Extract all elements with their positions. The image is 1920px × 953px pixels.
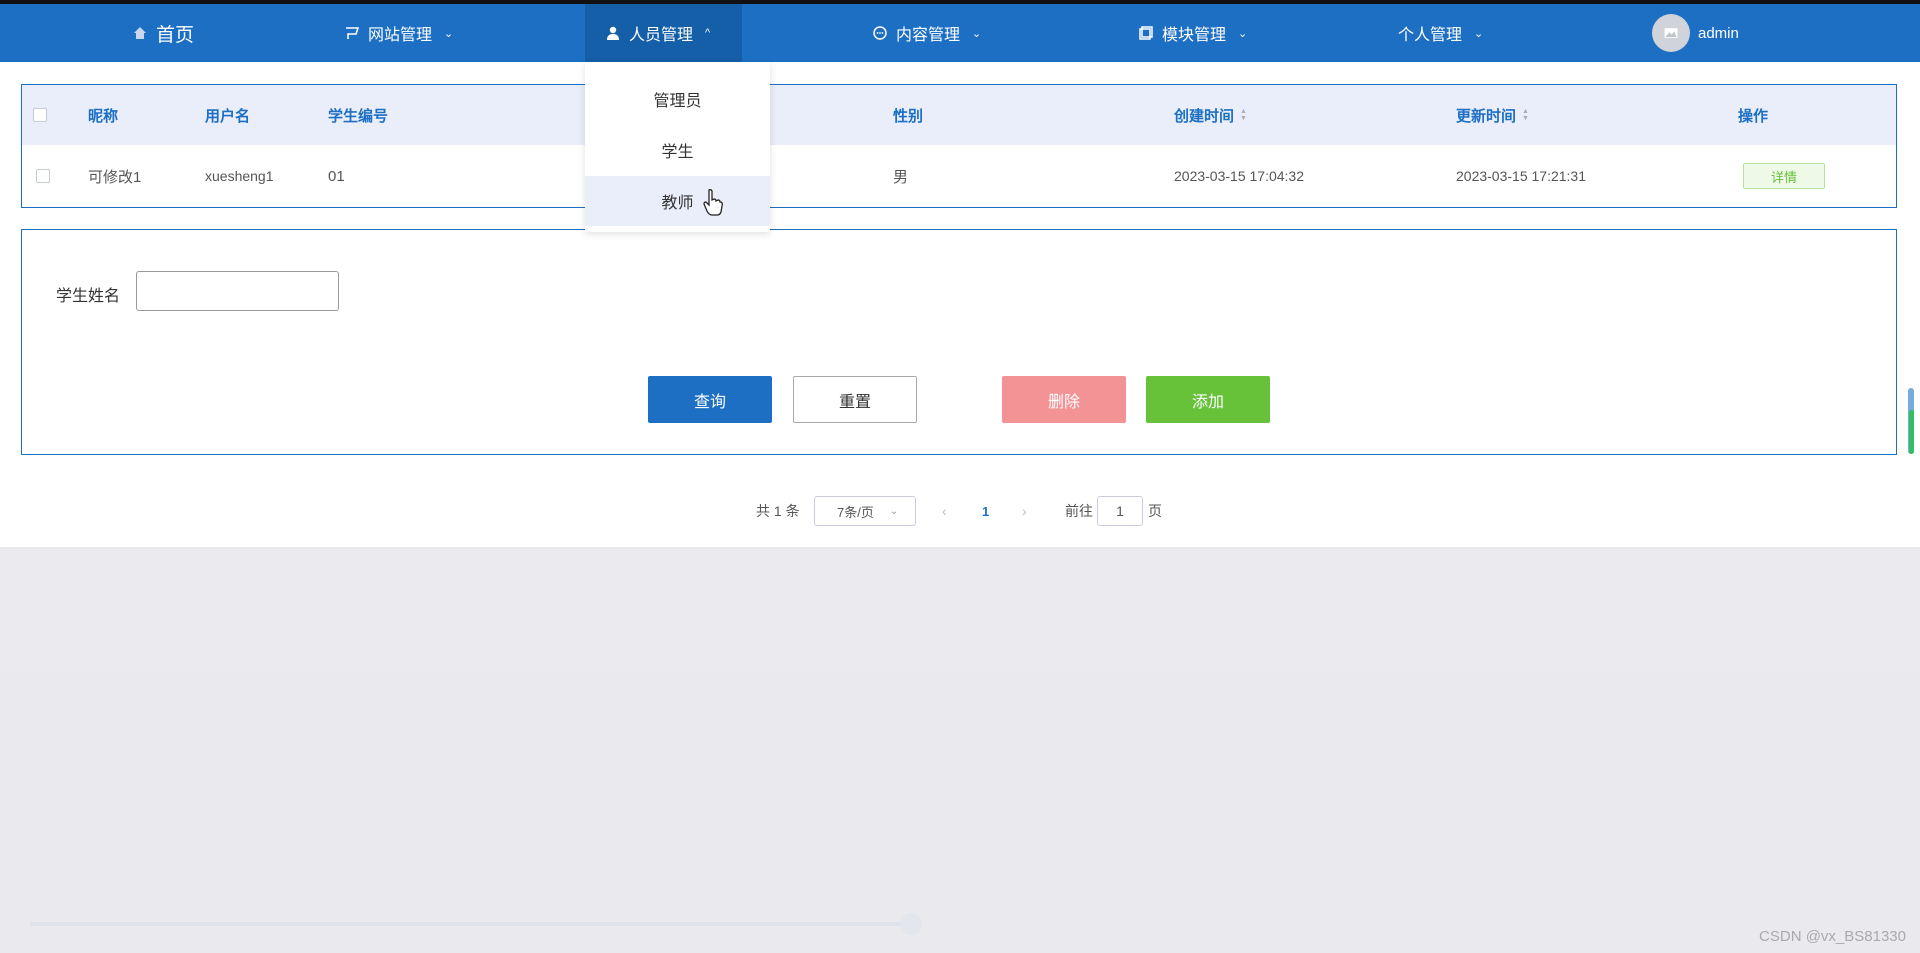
horizontal-slider-thumb[interactable]: [900, 913, 922, 935]
chevron-down-icon: ⌄: [1474, 27, 1484, 40]
nav-personal-management[interactable]: 个人管理 ⌄: [1378, 4, 1503, 62]
col-updated-label: 更新时间: [1456, 107, 1517, 125]
hand-cursor-icon: [703, 189, 723, 216]
watermark: CSDN @vx_BS81330: [1759, 928, 1906, 945]
nav-module-label: 模块管理: [1162, 27, 1227, 44]
goto-page-input[interactable]: 1: [1097, 496, 1143, 526]
dropdown-item-student[interactable]: 学生: [585, 125, 770, 175]
chevron-down-icon: ⌄: [444, 27, 454, 40]
table-row: 可修改1 xuesheng1 01 男 2023-03-15 17:04:32 …: [22, 145, 1896, 207]
chevron-down-icon: ⌄: [889, 505, 899, 517]
nav-people-label: 人员管理: [629, 27, 694, 44]
nav-site-management[interactable]: 网站管理 ⌄: [324, 4, 473, 62]
username-label: admin: [1698, 24, 1739, 42]
cell-updated: 2023-03-15 17:21:31: [1456, 168, 1586, 184]
add-button[interactable]: 添加: [1146, 376, 1270, 423]
col-student-no: 学生编号: [328, 107, 389, 125]
sort-icon[interactable]: ▲ ▼: [1240, 108, 1247, 122]
col-actions: 操作: [1738, 107, 1769, 125]
col-gender: 性别: [893, 107, 924, 125]
chevron-up-icon: ^: [705, 27, 711, 39]
nav-home[interactable]: 首页: [112, 4, 214, 62]
prev-page-icon[interactable]: ‹: [942, 496, 947, 526]
vertical-scrollbar-thumb[interactable]: [1909, 410, 1914, 454]
student-name-input[interactable]: [136, 271, 339, 311]
user-icon: [607, 26, 619, 40]
nav-site-label: 网站管理: [368, 27, 433, 44]
avatar-icon: [1652, 14, 1690, 52]
sort-icon[interactable]: ▲ ▼: [1522, 108, 1529, 122]
chevron-down-icon: ⌄: [1238, 27, 1248, 40]
page-number-current[interactable]: 1: [982, 496, 989, 526]
detail-cell: 详情: [1743, 145, 1825, 207]
nav-personal-label: 个人管理: [1398, 27, 1463, 44]
cell-nickname: 可修改1: [88, 168, 142, 186]
cell-created: 2023-03-15 17:04:32: [1174, 168, 1304, 184]
select-all-checkbox[interactable]: [33, 85, 47, 145]
nav-people-management[interactable]: 人员管理 ^: [585, 4, 742, 62]
cell-gender: 男: [893, 168, 909, 186]
nav-home-label: 首页: [156, 24, 195, 46]
col-updated[interactable]: 更新时间 ▲ ▼: [1456, 85, 1529, 145]
user-menu[interactable]: admin: [1632, 4, 1759, 62]
dropdown-item-admin[interactable]: 管理员: [585, 74, 770, 124]
table-header: 昵称 用户名 学生编号 性别 创建时间 ▲ ▼ 更新时间 ▲ ▼ 操作: [22, 85, 1896, 145]
home-icon: [134, 27, 146, 39]
col-nickname: 昵称: [88, 107, 119, 125]
data-table: 昵称 用户名 学生编号 性别 创建时间 ▲ ▼ 更新时间 ▲ ▼ 操作 可修改1 x…: [21, 84, 1897, 208]
student-name-label: 学生姓名: [56, 288, 121, 305]
nav-module-management[interactable]: 模块管理 ⌄: [1118, 4, 1267, 62]
page-suffix: 页: [1148, 503, 1162, 519]
module-icon: [1139, 26, 1153, 40]
cell-username: xuesheng1: [205, 168, 274, 184]
row-checkbox[interactable]: [36, 145, 50, 207]
goto-page-value: 1: [1116, 503, 1124, 519]
reset-button[interactable]: 重置: [793, 376, 917, 423]
detail-button[interactable]: 详情: [1743, 163, 1825, 189]
flag-icon: [346, 27, 360, 39]
page-size-value: 7条/页: [837, 504, 874, 520]
delete-button[interactable]: 删除: [1002, 376, 1126, 423]
nav-content-label: 内容管理: [896, 27, 961, 44]
col-username: 用户名: [205, 107, 251, 125]
top-navbar: 首页 网站管理 ⌄ 人员管理 ^ 内容管理 ⌄ 模块管理 ⌄ 个人管理 ⌄ ad…: [0, 4, 1920, 62]
chevron-down-icon: ⌄: [972, 27, 982, 40]
col-created[interactable]: 创建时间 ▲ ▼: [1174, 85, 1247, 145]
chat-icon: [873, 26, 887, 40]
pagination: 共 1 条 7条/页 ⌄ ‹ 1 › 前往 1 页: [0, 496, 1920, 526]
col-created-label: 创建时间: [1174, 107, 1235, 125]
cell-student-no: 01: [328, 167, 345, 185]
horizontal-slider-track[interactable]: [30, 922, 914, 926]
people-management-dropdown: 管理员 学生 教师: [585, 62, 770, 232]
dropdown-item-teacher[interactable]: 教师: [585, 176, 770, 226]
query-button[interactable]: 查询: [648, 376, 772, 423]
goto-label: 前往: [1065, 503, 1093, 519]
nav-content-management[interactable]: 内容管理 ⌄: [852, 4, 1001, 62]
total-count: 共 1 条: [756, 503, 800, 519]
page-size-select[interactable]: 7条/页 ⌄: [814, 496, 916, 526]
next-page-icon[interactable]: ›: [1022, 496, 1027, 526]
search-form: 学生姓名 查询 重置 删除 添加: [21, 229, 1897, 455]
